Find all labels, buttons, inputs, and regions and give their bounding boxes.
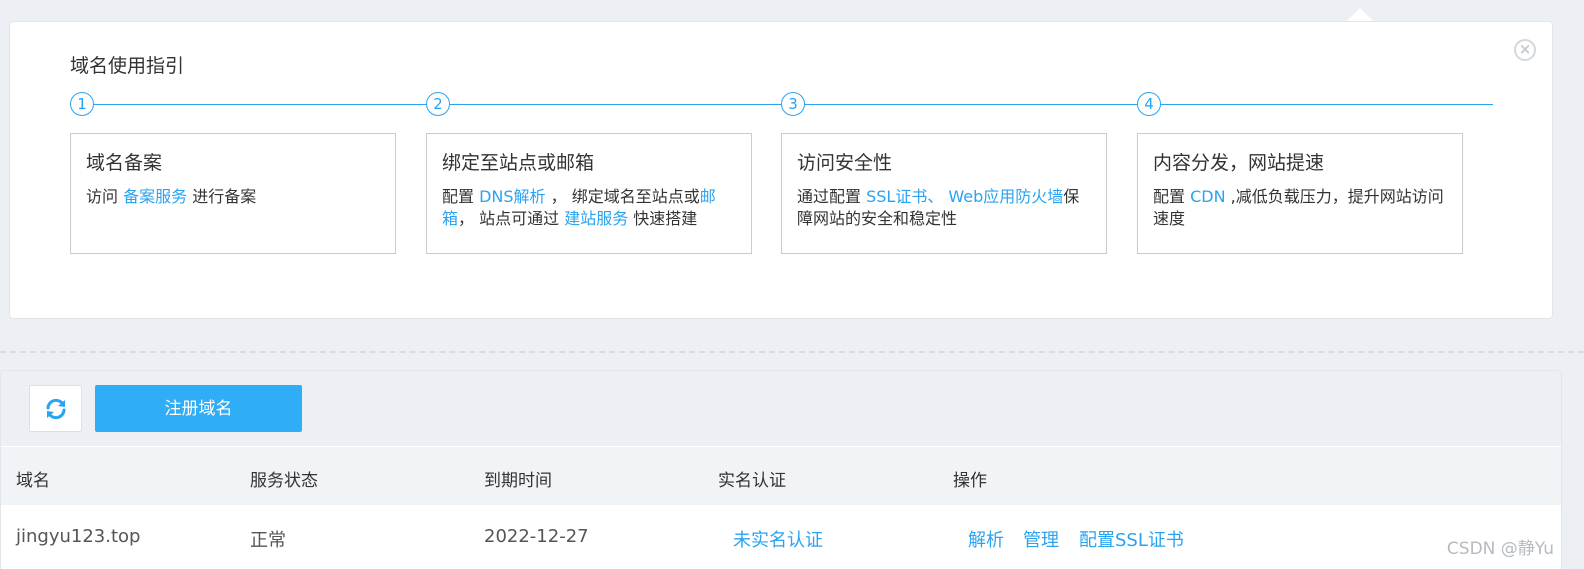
desc-text: 快速搭建 (628, 209, 698, 228)
desc-text: 配置 (442, 187, 480, 206)
step-card-desc: 配置 CDN ,减低负载压力，提升网站访问速度 (1153, 186, 1447, 230)
step-card-desc: 通过配置 SSL证书、 Web应用防火墙保障网站的安全和稳定性 (797, 186, 1091, 230)
desc-text: 进行备案 (187, 187, 257, 206)
column-header-actions: 操作 (953, 471, 987, 491)
expiry-cell: 2022-12-27 (484, 526, 589, 547)
step-number-3: 3 (781, 92, 805, 116)
domain-toolbar: 注册域名 (1, 371, 1561, 446)
step-card-desc: 配置 DNS解析 ， 绑定域名至站点或邮箱， 站点可通过 建站服务 快速搭建 (442, 186, 736, 230)
site-building-link[interactable]: 建站服务 (564, 209, 628, 228)
step-card-bind-site: 绑定至站点或邮箱 配置 DNS解析 ， 绑定域名至站点或邮箱， 站点可通过 建站… (426, 133, 752, 254)
refresh-button[interactable] (29, 385, 82, 432)
verification-link[interactable]: 未实名认证 (733, 526, 823, 552)
refresh-icon (46, 398, 66, 420)
ssl-waf-link[interactable]: SSL证书、 Web应用防火墙 (866, 187, 1063, 206)
guide-panel-pointer (1347, 8, 1373, 21)
step-card-security: 访问安全性 通过配置 SSL证书、 Web应用防火墙保障网站的安全和稳定性 (781, 133, 1107, 254)
desc-text: ， 绑定域名至站点或 (545, 187, 700, 206)
guide-title: 域名使用指引 (70, 55, 185, 77)
column-header-expiry: 到期时间 (484, 471, 552, 491)
step-number-4: 4 (1137, 92, 1161, 116)
step-card-desc: 访问 备案服务 进行备案 (86, 186, 380, 208)
step-card-title: 访问安全性 (797, 152, 893, 174)
table-row: jingyu123.top 正常 2022-12-27 未实名认证 解析 管理 … (1, 505, 1561, 569)
desc-text: 访问 (86, 187, 124, 206)
column-header-domain: 域名 (16, 471, 50, 491)
filing-service-link[interactable]: 备案服务 (123, 187, 187, 206)
cdn-link[interactable]: CDN (1190, 187, 1225, 206)
step-card-title: 域名备案 (86, 152, 163, 174)
domain-name-cell: jingyu123.top (16, 526, 141, 547)
step-number-2: 2 (426, 92, 450, 116)
domain-list-panel: 注册域名 域名 服务状态 到期时间 实名认证 操作 jingyu123.top … (0, 370, 1562, 569)
domain-guide-panel: × 域名使用指引 1 2 3 4 域名备案 访问 备案服务 进行备案 绑定至站点… (9, 21, 1553, 319)
desc-text: 配置 (1153, 187, 1191, 206)
step-card-title: 内容分发，网站提速 (1153, 152, 1325, 174)
watermark: CSDN @静Yu (1446, 539, 1554, 559)
status-cell: 正常 (250, 530, 286, 551)
manage-action-link[interactable]: 管理 (1023, 526, 1059, 552)
table-header: 域名 服务状态 到期时间 实名认证 操作 (1, 447, 1561, 505)
column-header-verification: 实名认证 (718, 471, 786, 491)
register-domain-button[interactable]: 注册域名 (95, 385, 302, 432)
column-header-status: 服务状态 (250, 471, 318, 491)
close-icon[interactable]: × (1514, 39, 1536, 61)
section-divider (0, 351, 1584, 353)
dns-action-link[interactable]: 解析 (968, 526, 1004, 552)
step-card-icp-filing: 域名备案 访问 备案服务 进行备案 (70, 133, 396, 254)
desc-text: 通过配置 (797, 187, 867, 206)
step-card-cdn: 内容分发，网站提速 配置 CDN ,减低负载压力，提升网站访问速度 (1137, 133, 1463, 254)
step-card-title: 绑定至站点或邮箱 (442, 152, 595, 174)
step-number-1: 1 (70, 92, 94, 116)
desc-text: ， 站点可通过 (458, 209, 565, 228)
ssl-action-link[interactable]: 配置SSL证书 (1079, 526, 1184, 552)
dns-resolve-link[interactable]: DNS解析 (479, 187, 545, 206)
